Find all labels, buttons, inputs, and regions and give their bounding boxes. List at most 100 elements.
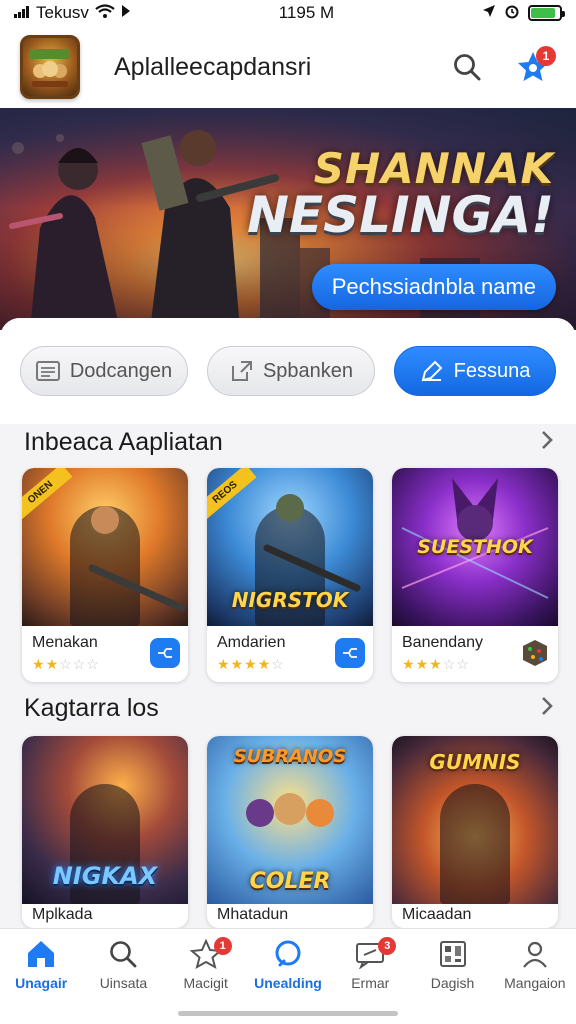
section2-header[interactable]: Kagtarra los [24,694,554,723]
star-icon: ★ [230,656,245,672]
share-icon [231,361,252,381]
segment-label-2: Spbanken [262,359,354,382]
app-card-6-name: Micaadan [402,906,472,923]
nav-badge-messages: 3 [378,937,397,955]
section1-header[interactable]: Inbeaca Aapliatan [24,428,554,457]
app-card-4-info: Mplkada [22,904,188,928]
alarm-icon [504,3,520,24]
app-card-2-action-button[interactable] [335,638,365,668]
app-card-1[interactable]: ONEN Menakan ★★☆☆☆ [22,468,188,682]
section2-card-row: NIGKAX Mplkada SUBRANOS COLER Mhatadun G… [22,736,558,928]
nav-item-updates[interactable]: Unealding [247,929,329,1024]
app-card-4-art-text: NIGKAX [52,862,158,890]
chevron-right-icon[interactable] [540,696,554,722]
app-card-3-action-button[interactable] [520,638,550,668]
home-icon [28,941,55,967]
nav-badge-favorites: 1 [213,937,232,955]
app-card-5-top-text: SUBRANOS [233,746,347,767]
star-icon: ☆ [86,656,100,672]
section1-card-row: ONEN Menakan ★★☆☆☆ REOS NIGRSTOK Amdarie… [22,468,558,682]
nav-item-home[interactable]: Unagair [0,929,82,1024]
hero-title: SHANNAK NESLINGA! [247,144,554,244]
star-icon: ★ [429,656,443,672]
nav-label-home: Unagair [15,975,68,991]
app-card-2-art-text: NIGRSTOK [231,588,349,612]
segment-button-1[interactable]: Dodcangen [20,346,188,396]
wifi-icon [95,3,115,23]
app-card-6[interactable]: GUMNIS Micaadan [392,736,558,928]
character-silhouette [440,784,510,904]
app-card-4-name: Mplkada [32,906,93,923]
segment-row: Dodcangen Spbanken Fessuna [0,318,576,424]
app-card-4-art: NIGKAX [22,736,188,904]
app-title: Aplalleecapdansri [114,52,312,81]
status-left: Tekusv [14,3,131,23]
app-card-1-info: Menakan ★★☆☆☆ [22,626,188,682]
segment-label-1: Dodcangen [69,359,173,382]
app-card-6-art: GUMNIS [392,736,558,904]
app-card-3-art: SUESTHOK [392,468,558,626]
nav-label-search: Uinsata [99,975,148,991]
hero-banner[interactable]: SHANNAK NESLINGA! Pechssiadnbla name [0,108,576,330]
segment-button-3[interactable]: Fessuna [394,346,556,396]
signal-icon [14,3,30,23]
star-icon: ★ [45,656,60,672]
app-card-3-info: Banendany ★★★☆☆ [392,626,558,682]
app-card-2-art: REOS NIGRSTOK [207,468,373,626]
chevron-right-icon[interactable] [540,430,554,456]
hero-cta-button[interactable]: Pechssiadnbla name [311,264,556,310]
section1-title: Inbeaca Aapliatan [24,428,223,456]
home-indicator[interactable] [178,1011,398,1016]
nav-label-updates: Unealding [254,975,322,991]
star-icon: ★ [402,656,416,672]
star-icon: ☆ [442,656,457,672]
app-card-3[interactable]: SUESTHOK Banendany ★★★☆☆ [392,468,558,682]
star-icon: ☆ [72,656,87,672]
list-icon [35,361,60,381]
app-card-1-art: ONEN [22,468,188,626]
nav-item-favorites[interactable]: 1 Macigit [165,929,247,1024]
app-card-3-art-text: SUESTHOK [417,536,533,558]
status-time: 1195 M [278,3,335,22]
cube-icon [523,640,547,666]
chat-bubble-icon [275,940,301,967]
nav-item-dashboard[interactable]: Dagish [411,929,493,1024]
status-right [482,3,565,24]
profile-icon [522,941,547,968]
segment-label-3: Fessuna [453,359,531,382]
hero-title-line2: NESLINGA! [247,186,554,244]
star-icon: ★ [244,656,258,672]
app-card-2-info: Amdarien ★★★★☆ [207,626,373,682]
app-card-5-name: Mhatadun [217,906,289,923]
app-card-2[interactable]: REOS NIGRSTOK Amdarien ★★★★☆ [207,468,373,682]
app-logo[interactable] [20,35,80,99]
star-icon: ★ [415,656,430,672]
search-icon [110,941,137,968]
favorites-button[interactable]: 1 [510,44,556,90]
nav-label-profile: Mangaion [504,975,566,991]
nav-label-favorites: Macigit [183,975,228,991]
search-button[interactable] [444,44,490,90]
link-icon [158,648,172,658]
app-card-4[interactable]: NIGKAX Mplkada [22,736,188,928]
app-card-6-top-text: GUMNIS [429,750,521,774]
star-icon: ☆ [59,656,73,672]
characters-graphic [246,793,334,827]
app-header: Aplalleecapdansri 1 [0,26,576,108]
bottom-nav: Unagair Uinsata 1 Macigit Unealding 3 Er… [0,928,576,1024]
star-icon: ☆ [456,656,470,672]
nav-item-messages[interactable]: 3 Ermar [329,929,411,1024]
app-card-5-info: Mhatadun [207,904,373,928]
battery-icon [528,5,565,21]
play-icon [121,3,131,23]
nav-item-search[interactable]: Uinsata [82,929,164,1024]
segment-button-2[interactable]: Spbanken [207,346,375,396]
section2-title: Kagtarra los [24,694,159,722]
hero-title-line1: SHANNAK [313,144,554,193]
app-card-5-art: SUBRANOS COLER [207,736,373,904]
app-card-1-action-button[interactable] [150,638,180,668]
nav-item-profile[interactable]: Mangaion [494,929,576,1024]
star-icon: ☆ [271,656,285,672]
app-card-5[interactable]: SUBRANOS COLER Mhatadun [207,736,373,928]
nav-label-messages: Ermar [351,975,390,991]
